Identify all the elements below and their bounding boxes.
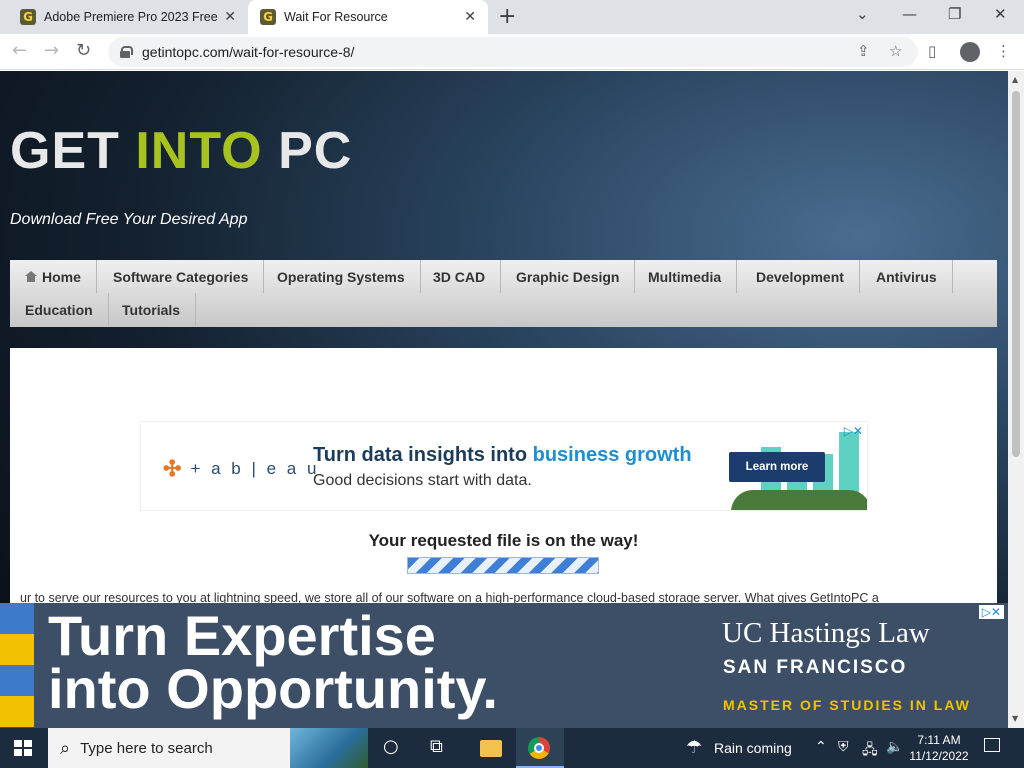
learn-more-button[interactable]: Learn more — [729, 452, 825, 482]
ad-line1: Turn Expertise — [48, 604, 436, 667]
scroll-down-arrow-icon[interactable]: ▼ — [1012, 714, 1018, 723]
profile-avatar[interactable] — [960, 42, 980, 62]
close-tab-icon[interactable]: ✕ — [224, 9, 236, 25]
bookmark-star-icon[interactable]: ☆ — [889, 42, 902, 60]
site-tagline: Download Free Your Desired App — [10, 211, 248, 228]
download-progress-bar — [407, 557, 599, 574]
menu-kebab-icon[interactable]: ⋮ — [996, 42, 1011, 60]
ad-subheadline: Good decisions start with data. — [313, 472, 532, 489]
nav-item-multimedia[interactable]: Multimedia — [633, 260, 738, 293]
address-bar[interactable]: getintopc.com/wait-for-resource-8/ — [108, 37, 918, 67]
logo-text-into: INTO — [135, 122, 263, 180]
nav-item-education[interactable]: Education — [10, 293, 109, 326]
nav-label: 3D CAD — [433, 268, 486, 285]
uc-hastings-sticky-ad[interactable]: Turn Expertise into Opportunity. UC Hast… — [0, 603, 1008, 728]
adchoices-icon[interactable]: ▷✕ — [844, 424, 863, 438]
nav-label: Multimedia — [648, 268, 722, 285]
ad-school-name: UC Hastings Law — [722, 617, 930, 649]
file-status-message: Your requested file is on the way! — [368, 531, 639, 550]
forward-icon[interactable]: → — [44, 40, 59, 61]
ad-headline: Turn data insights into business growth — [313, 444, 692, 467]
taskbar-clock[interactable]: 7:11 AM 11/12/2022 — [906, 732, 972, 764]
nav-item-tutorials[interactable]: Tutorials — [107, 293, 197, 326]
show-hidden-icons-chevron-icon[interactable]: ⌃ — [815, 739, 827, 755]
cortana-icon[interactable]: ○ — [383, 736, 399, 757]
security-icon[interactable]: ⛨ — [838, 739, 849, 755]
scroll-up-arrow-icon[interactable]: ▲ — [1012, 75, 1018, 84]
page-scrollbar[interactable]: ▲ ▼ — [1008, 71, 1024, 728]
weather-rain-icon[interactable]: ☂ — [686, 737, 702, 758]
browser-tab-wait-for-resource[interactable]: G Wait For Resource ✕ — [248, 0, 488, 34]
chrome-icon[interactable] — [528, 737, 550, 759]
side-panel-icon[interactable]: ▯ — [928, 42, 936, 60]
scrollbar-thumb[interactable] — [1012, 91, 1020, 457]
taskbar-search-box[interactable]: ⌕ Type here to search — [48, 728, 368, 768]
share-icon[interactable]: ⇪ — [857, 42, 870, 60]
tableau-banner-ad[interactable]: ✣ + a b | e a u Turn data insights into … — [140, 421, 868, 511]
nav-item-antivirus[interactable]: Antivirus — [861, 260, 953, 293]
tableau-logo: ✣ + a b | e a u — [163, 456, 319, 482]
tableau-brand-text: + a b | e a u — [190, 459, 320, 478]
minimize-icon[interactable]: — — [902, 5, 917, 23]
windows-start-icon[interactable] — [14, 740, 32, 756]
ad-headline-part2: business growth — [532, 444, 692, 466]
nav-label: Home — [42, 268, 81, 285]
tab-title: Wait For Resource — [284, 10, 388, 24]
network-icon[interactable]: 🖧 — [862, 739, 878, 763]
browser-tab-premiere[interactable]: G Adobe Premiere Pro 2023 Free D ✕ — [8, 0, 248, 34]
logo-text-pc: PC — [262, 122, 353, 180]
nav-label: Development — [756, 268, 844, 285]
search-placeholder: Type here to search — [80, 739, 213, 757]
new-tab-icon[interactable]: + — [498, 4, 516, 29]
nav-item-operating-systems[interactable]: Operating Systems — [262, 260, 421, 293]
nav-label: Graphic Design — [516, 268, 620, 285]
nav-item-software-categories[interactable]: Software Categories — [98, 260, 265, 293]
getintopc-favicon-icon: G — [260, 9, 276, 25]
ad-headline-part1: Turn data insights into — [313, 444, 533, 466]
nav-label: Software Categories — [113, 268, 249, 285]
search-icon: ⌕ — [60, 737, 71, 759]
nav-label: Operating Systems — [277, 268, 405, 285]
browser-toolbar: ← → ↻ getintopc.com/wait-for-resource-8/… — [0, 34, 1024, 70]
search-highlight-image — [290, 728, 368, 768]
url-text: getintopc.com/wait-for-resource-8/ — [142, 44, 355, 60]
nav-label: Antivirus — [876, 268, 937, 285]
nav-item-home[interactable]: Home — [10, 260, 97, 293]
getintopc-favicon-icon: G — [20, 9, 36, 25]
reload-icon[interactable]: ↻ — [76, 40, 91, 61]
clock-time: 7:11 AM — [917, 733, 961, 747]
restore-icon[interactable]: ❐ — [948, 5, 961, 23]
tab-search-chevron-icon[interactable]: ⌄ — [856, 5, 869, 23]
nav-item-development[interactable]: Development — [741, 260, 860, 293]
site-logo[interactable]: GET INTO PC — [10, 121, 352, 181]
main-navigation: Home Software Categories Operating Syste… — [10, 260, 997, 327]
tableau-cross-icon: ✣ — [163, 456, 185, 481]
close-window-icon[interactable]: ✕ — [994, 5, 1007, 23]
clock-date: 11/12/2022 — [909, 749, 969, 763]
adchoices-icon[interactable]: ▷✕ — [978, 605, 1004, 619]
volume-icon[interactable]: 🔈 — [886, 739, 903, 755]
ad-program: MASTER OF STUDIES IN LAW — [723, 697, 971, 713]
notification-center-icon[interactable] — [984, 738, 1000, 752]
file-explorer-icon[interactable] — [480, 740, 502, 757]
windows-taskbar: ⌕ Type here to search ○ ⧉ ☂ Rain coming … — [0, 728, 1024, 768]
tab-strip: G Adobe Premiere Pro 2023 Free D ✕ G Wai… — [0, 0, 1024, 34]
weather-text[interactable]: Rain coming — [714, 740, 792, 756]
logo-text-get: GET — [10, 122, 136, 180]
home-icon — [25, 271, 37, 282]
ad-city: SAN FRANCISCO — [723, 657, 908, 678]
nav-item-3d-cad[interactable]: 3D CAD — [418, 260, 502, 293]
lock-icon[interactable] — [120, 46, 133, 58]
ad-big-headline: Turn Expertise into Opportunity. — [48, 604, 498, 720]
nav-label: Education — [25, 301, 93, 318]
task-view-icon[interactable]: ⧉ — [430, 736, 443, 757]
ad-line2: into Opportunity. — [48, 657, 498, 720]
nav-label: Tutorials — [122, 301, 181, 318]
tab-title: Adobe Premiere Pro 2023 Free D — [44, 10, 220, 24]
nav-item-graphic-design[interactable]: Graphic Design — [501, 260, 636, 293]
back-icon[interactable]: ← — [12, 40, 27, 61]
close-tab-icon[interactable]: ✕ — [464, 9, 476, 25]
